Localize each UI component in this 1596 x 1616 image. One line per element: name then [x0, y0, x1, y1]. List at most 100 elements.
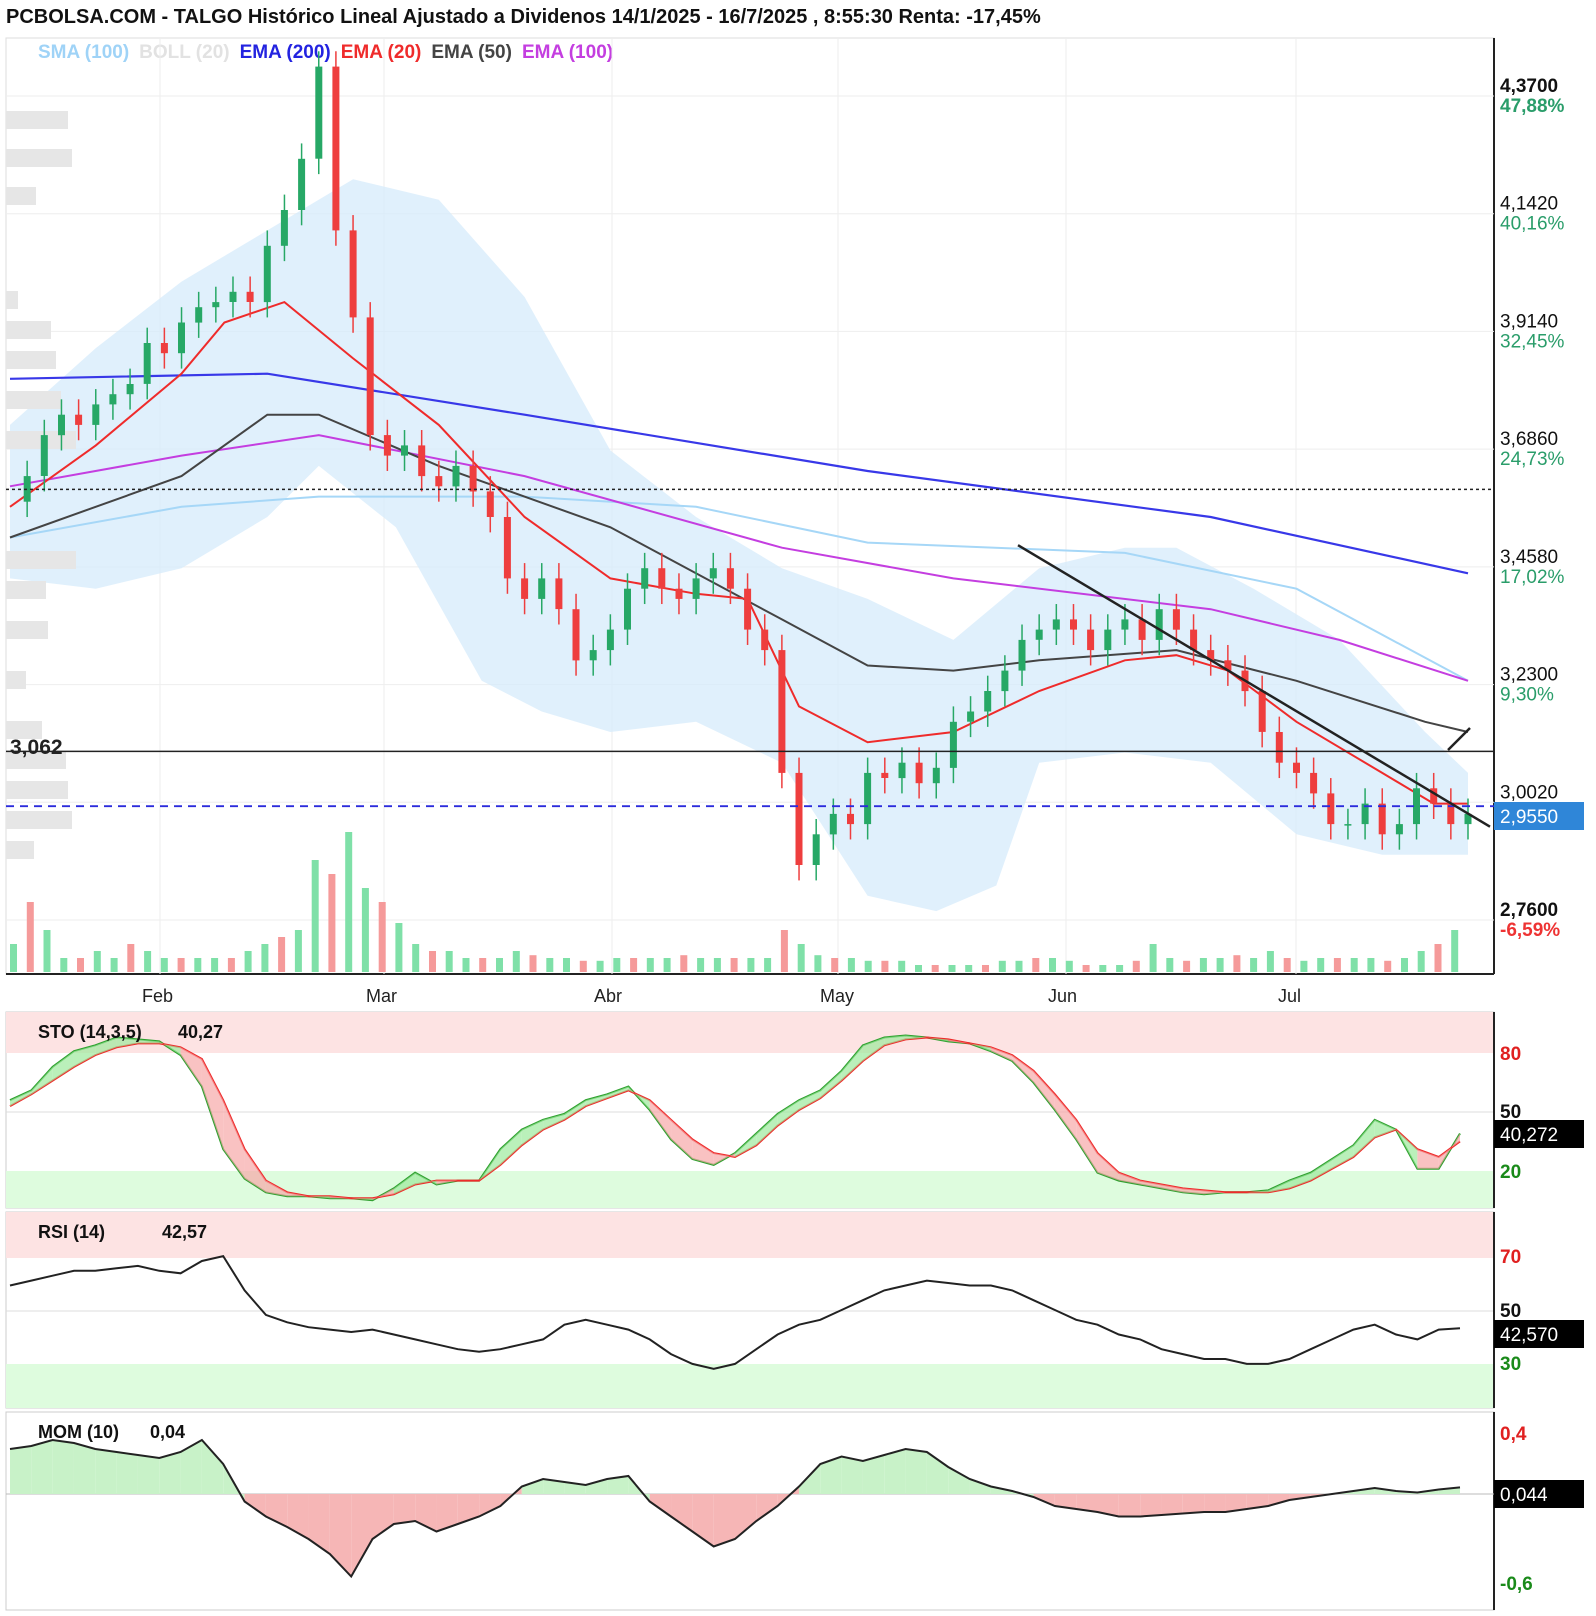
sto-fill [1054, 1094, 1077, 1140]
stock-chart[interactable]: 4,370047,88% 4,142040,16% 3,914032,45% 3,68… [0, 0, 1596, 1616]
mom-label: MOM (10) [38, 1422, 119, 1442]
rsi-level-50: 50 [1500, 1301, 1521, 1322]
volume-bar [311, 860, 319, 972]
candle-body [1087, 629, 1095, 651]
mom-series [9, 1438, 1461, 1579]
rsi-level-30: 30 [1500, 1354, 1521, 1375]
volume-bar [680, 955, 688, 972]
volume-bar [1049, 958, 1056, 972]
candle-body [1258, 691, 1266, 732]
volume-bar [1350, 958, 1358, 972]
candle-body [898, 762, 906, 779]
sto-fill [1353, 1119, 1375, 1158]
candle-body [109, 394, 117, 405]
volume-bar [1451, 930, 1459, 972]
volume-bar [412, 944, 420, 972]
price-label: 3,6860 [1500, 429, 1558, 450]
candle-body [606, 629, 614, 651]
volume-bar [1283, 958, 1291, 972]
mom-fill [479, 1494, 501, 1517]
volume-bar [110, 958, 118, 972]
candle-body [675, 588, 683, 599]
candle-body [366, 317, 374, 436]
candle-body [195, 307, 203, 323]
candle-body [1052, 619, 1060, 630]
volume-bar [1401, 958, 1408, 972]
candle-body [624, 588, 631, 630]
sto-fill [1374, 1119, 1397, 1138]
candle-body [744, 588, 752, 630]
volume-bar [998, 960, 1006, 972]
volume-bar [429, 951, 436, 972]
sto-overbought-zone [6, 1012, 1494, 1053]
candle-body [709, 568, 717, 579]
sto-fill [1332, 1145, 1354, 1169]
volume-bar [1250, 958, 1258, 972]
volume-bar [1266, 951, 1274, 972]
candle-body [589, 650, 597, 661]
candle-body [1275, 732, 1283, 763]
sto-value: 40,27 [178, 1022, 223, 1042]
volume-bar [1216, 958, 1224, 972]
volume-bar [898, 960, 906, 972]
candle-body [1310, 772, 1318, 794]
candle-body [298, 158, 306, 210]
rsi-overbought-zone [6, 1212, 1494, 1258]
candle-body [881, 772, 889, 778]
candle-body [263, 245, 271, 303]
volume-bar [60, 958, 68, 972]
mom-level-top: 0,4 [1500, 1424, 1527, 1445]
volume-bar [563, 958, 570, 972]
rsi-level-70: 70 [1500, 1247, 1521, 1268]
volume-bar [915, 965, 922, 972]
volume-bar [529, 955, 537, 972]
price-label: 3,4580 [1500, 547, 1558, 568]
candle-body [1413, 788, 1420, 825]
volume-bar [1183, 960, 1191, 972]
volume-bar [948, 965, 956, 972]
mom-fill [1118, 1494, 1141, 1517]
month-label: Feb [142, 986, 173, 1006]
volume-bar [278, 937, 286, 972]
volume-bar [177, 958, 185, 972]
price-label: 3,9140 [1500, 311, 1558, 332]
volume-bar [345, 832, 353, 972]
candle-body [778, 650, 786, 773]
mom-fill [521, 1479, 544, 1494]
candle-body [332, 66, 340, 231]
volume-bar [1015, 960, 1023, 972]
candle-body [572, 609, 580, 661]
sto-fill [1438, 1133, 1460, 1169]
volume-bars [10, 832, 1459, 972]
volume-bar [764, 958, 772, 972]
volume-bar [663, 958, 671, 972]
candle-body [143, 343, 151, 384]
candle-body [829, 813, 837, 835]
candle-body [864, 772, 872, 825]
volume-profile-bar [6, 391, 61, 409]
price-label: 2,7600 [1500, 900, 1558, 921]
mom-fill [735, 1494, 757, 1539]
volume-bar [747, 958, 755, 972]
candle-body [555, 578, 563, 610]
candle-body [1344, 824, 1352, 826]
volume-bar [1099, 965, 1107, 972]
sto-fill [201, 1059, 224, 1150]
candle-body [1070, 619, 1077, 630]
candle-body [92, 404, 100, 425]
volume-profile-bar [6, 551, 76, 569]
pct-label: 32,45% [1500, 331, 1565, 352]
candle-body [401, 445, 408, 456]
volume-profile-bar [6, 187, 36, 205]
candle-body [160, 343, 168, 354]
candle-body [1035, 629, 1043, 640]
volume-bar [931, 965, 939, 972]
candle-body [812, 834, 820, 865]
volume-bar [395, 923, 403, 972]
volume-profile-bar [6, 781, 68, 799]
mom-fill [1204, 1494, 1226, 1512]
bollinger-band [10, 179, 1468, 912]
volume-bar [361, 888, 369, 972]
rsi-value: 42,57 [162, 1222, 207, 1242]
price-tag: 2,9550 [1500, 807, 1558, 828]
